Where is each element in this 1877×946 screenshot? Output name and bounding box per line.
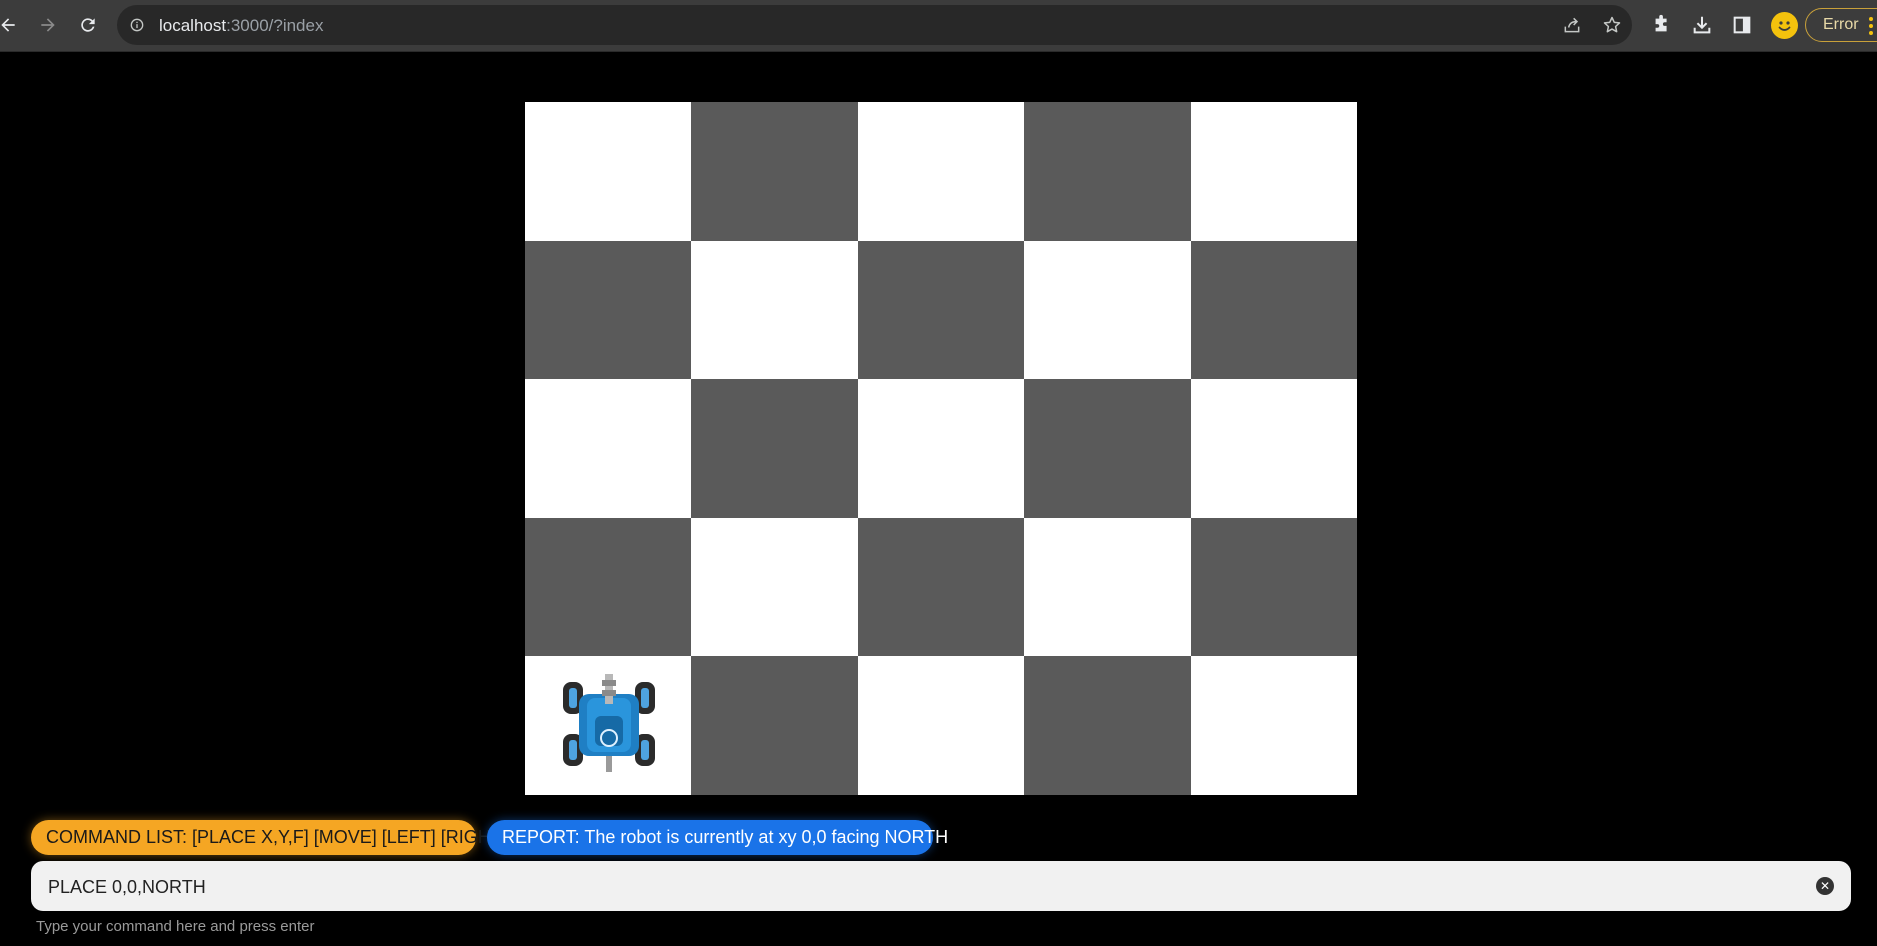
board-cell [691,656,858,795]
command-input-container: ✕ [31,861,1851,913]
board-cell [857,656,1025,795]
board-cell [525,240,692,380]
kebab-menu-icon[interactable] [1869,17,1873,35]
board-cell [1024,656,1191,795]
command-list-chip: COMMAND LIST: [PLACE X,Y,F] [MOVE] [LEFT… [31,820,507,855]
download-icon[interactable] [1691,14,1713,36]
error-button[interactable]: Error [1805,8,1877,42]
share-icon[interactable] [1562,15,1582,35]
board-cell [1190,517,1357,657]
board-cell [1024,102,1191,241]
info-icon[interactable] [130,18,144,32]
board-cell [1024,379,1191,518]
board-cell [1190,656,1357,795]
profile-avatar[interactable] [1771,12,1798,39]
reload-icon[interactable] [74,11,102,39]
clear-icon[interactable]: ✕ [1816,877,1834,895]
browser-toolbar: localhost:3000/?index Error [0,0,1877,52]
side-panel-icon[interactable] [1731,14,1753,36]
command-input[interactable] [46,861,1810,913]
board-cell [857,102,1025,241]
board-cell [1190,102,1357,241]
url-text[interactable]: localhost:3000/?index [159,16,323,36]
board-cell [525,517,692,657]
board-cell [525,102,692,241]
game-board [525,102,1357,795]
board-cell [1024,240,1191,380]
board-cell [691,240,858,380]
address-bar[interactable]: localhost:3000/?index [117,5,1632,45]
board-cell [691,102,858,241]
board-cell [691,379,858,518]
robot-icon [563,674,655,773]
board-cell [525,379,692,518]
input-helper-text: Type your command here and press enter [36,918,315,935]
star-icon[interactable] [1602,15,1622,35]
board-cell [1190,379,1357,518]
puzzle-icon[interactable] [1651,14,1673,36]
board-cell [691,517,858,657]
report-chip: REPORT: The robot is currently at xy 0,0… [487,820,948,855]
board-cell [857,517,1025,657]
board-cell [1190,240,1357,380]
forward-arrow-icon[interactable] [34,11,62,39]
board-cell [525,656,692,795]
board-cell [857,379,1025,518]
smiley-icon [1778,21,1791,31]
board-cell [1024,517,1191,657]
back-arrow-icon[interactable] [0,11,22,39]
board-cell [857,240,1025,380]
